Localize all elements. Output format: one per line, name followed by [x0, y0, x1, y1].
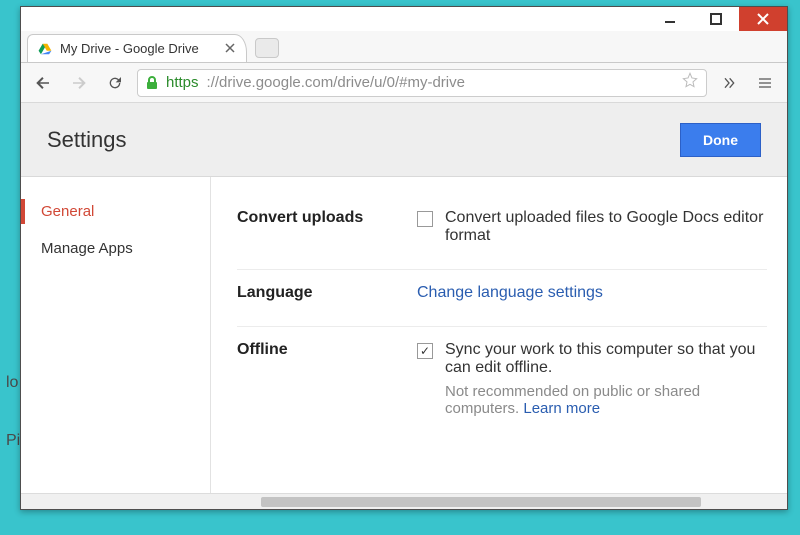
overflow-chevrons-button[interactable]	[715, 69, 743, 97]
section-convert-uploads: Convert uploads Convert uploaded files t…	[237, 195, 767, 270]
background-text: Pi	[6, 432, 20, 450]
page-title: Settings	[47, 127, 127, 153]
drive-favicon-icon	[38, 42, 52, 56]
section-label: Offline	[237, 341, 417, 417]
url-scheme: https	[166, 74, 199, 91]
settings-sidebar: General Manage Apps	[21, 177, 211, 493]
browser-tab[interactable]: My Drive - Google Drive	[27, 34, 247, 62]
window-titlebar	[21, 7, 787, 31]
close-icon	[225, 43, 235, 53]
menu-button[interactable]	[751, 69, 779, 97]
reload-icon	[107, 75, 123, 91]
arrow-left-icon	[34, 74, 52, 92]
convert-uploads-checkbox[interactable]	[417, 211, 433, 227]
offline-sync-checkbox[interactable]	[417, 343, 433, 359]
close-window-button[interactable]	[739, 7, 787, 31]
maximize-button[interactable]	[693, 8, 739, 30]
settings-header: Settings Done	[21, 103, 787, 177]
url-path: ://drive.google.com/drive/u/0/#my-drive	[207, 74, 465, 91]
browser-toolbar: https ://drive.google.com/drive/u/0/#my-d…	[21, 63, 787, 103]
browser-window: My Drive - Google Drive https ://drive.go…	[20, 6, 788, 510]
change-language-link[interactable]: Change language settings	[417, 284, 603, 301]
section-offline: Offline Sync your work to this computer …	[237, 327, 767, 441]
close-tab-button[interactable]	[222, 40, 238, 56]
settings-panel: Convert uploads Convert uploaded files t…	[211, 177, 787, 493]
new-tab-button[interactable]	[255, 38, 279, 58]
background-text: lo	[6, 374, 18, 392]
chevrons-right-icon	[721, 75, 737, 91]
browser-tabs: My Drive - Google Drive	[21, 31, 787, 63]
page-content: Settings Done General Manage Apps Conver…	[21, 103, 787, 509]
maximize-icon	[710, 13, 722, 25]
sidebar-item-general[interactable]: General	[21, 193, 210, 230]
learn-more-link[interactable]: Learn more	[523, 400, 600, 417]
minimize-button[interactable]	[647, 8, 693, 30]
tab-title: My Drive - Google Drive	[60, 41, 199, 56]
section-language: Language Change language settings	[237, 270, 767, 327]
sidebar-item-manage-apps[interactable]: Manage Apps	[21, 230, 210, 267]
horizontal-scrollbar[interactable]	[21, 493, 787, 509]
section-label: Convert uploads	[237, 209, 417, 245]
scrollbar-thumb[interactable]	[261, 497, 701, 507]
star-icon	[682, 72, 698, 88]
reload-button[interactable]	[101, 69, 129, 97]
section-label: Language	[237, 284, 417, 302]
minimize-icon	[664, 13, 676, 25]
close-icon	[757, 13, 769, 25]
offline-sync-text: Sync your work to this computer so that …	[445, 341, 767, 377]
arrow-right-icon	[70, 74, 88, 92]
hamburger-icon	[757, 75, 773, 91]
forward-button[interactable]	[65, 69, 93, 97]
convert-uploads-text: Convert uploaded files to Google Docs ed…	[445, 209, 767, 245]
lock-icon	[146, 76, 158, 90]
done-button[interactable]: Done	[680, 123, 761, 157]
address-bar[interactable]: https ://drive.google.com/drive/u/0/#my-d…	[137, 69, 707, 97]
back-button[interactable]	[29, 69, 57, 97]
bookmark-star-button[interactable]	[682, 72, 698, 93]
